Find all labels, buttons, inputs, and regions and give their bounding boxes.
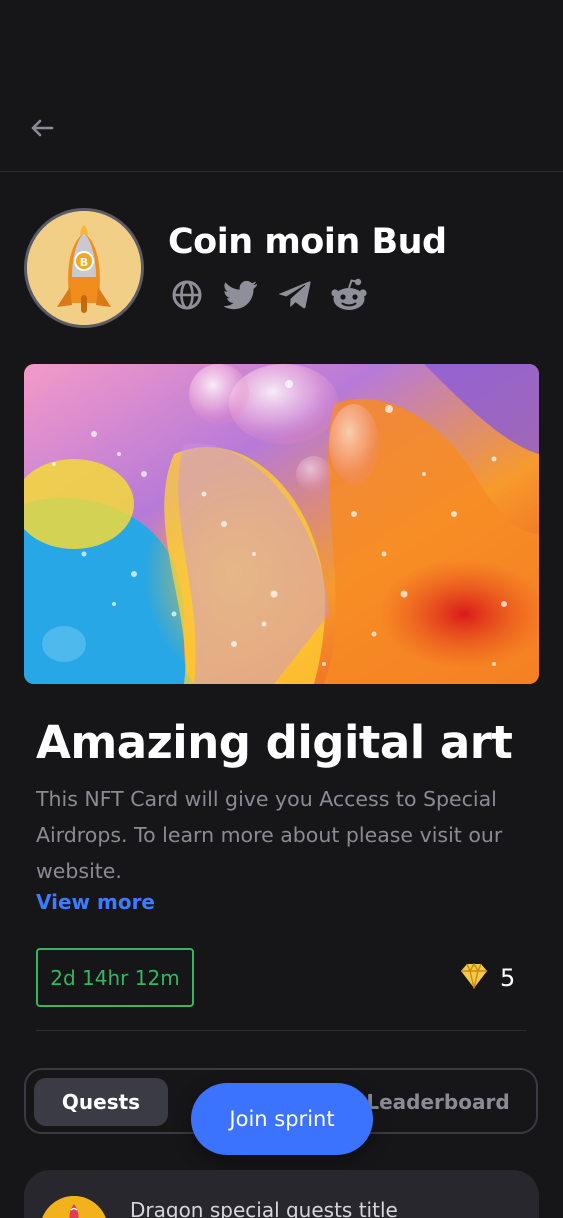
nft-detail-page: B Coin moin Bud Amazing digital art This…	[0, 0, 563, 1218]
globe-icon	[171, 279, 203, 315]
profile-header: B Coin moin Bud	[24, 208, 539, 330]
gem-count: 5	[500, 964, 516, 992]
countdown-timer: 2d 14hr 12m	[36, 948, 194, 1007]
reddit-icon	[331, 278, 367, 316]
abstract-colorful-bubbles-image	[24, 364, 539, 684]
gem-reward: 5	[460, 962, 515, 994]
diamond-icon	[460, 963, 488, 993]
rocket-bitcoin-avatar: B	[27, 211, 141, 325]
tab-quests[interactable]: Quests	[34, 1078, 168, 1126]
divider	[36, 1030, 526, 1031]
twitter-link[interactable]	[223, 280, 258, 314]
globe-link[interactable]	[170, 280, 204, 314]
nft-description: This NFT Card will give you Access to Sp…	[36, 787, 503, 883]
quest-card[interactable]: Dragon special quests title	[24, 1170, 539, 1218]
telegram-icon	[278, 280, 311, 314]
social-links	[170, 278, 367, 316]
reddit-link[interactable]	[331, 278, 367, 316]
nft-title: Amazing digital art	[36, 716, 513, 769]
dragon-icon	[40, 1196, 108, 1218]
view-more-link[interactable]: View more	[36, 890, 155, 914]
top-bar	[0, 0, 563, 172]
avatar[interactable]: B	[24, 208, 144, 328]
tab-leaderboard[interactable]: Leaderboard	[358, 1078, 518, 1126]
quest-title: Dragon special quests title	[130, 1198, 398, 1218]
join-sprint-button[interactable]: Join sprint	[191, 1083, 373, 1155]
telegram-link[interactable]	[278, 280, 312, 314]
svg-text:B: B	[80, 256, 88, 269]
arrow-left-icon	[30, 119, 54, 141]
nft-hero-image	[24, 364, 539, 684]
back-button[interactable]	[26, 114, 58, 146]
profile-name: Coin moin Bud	[168, 222, 447, 262]
twitter-icon	[223, 280, 258, 314]
